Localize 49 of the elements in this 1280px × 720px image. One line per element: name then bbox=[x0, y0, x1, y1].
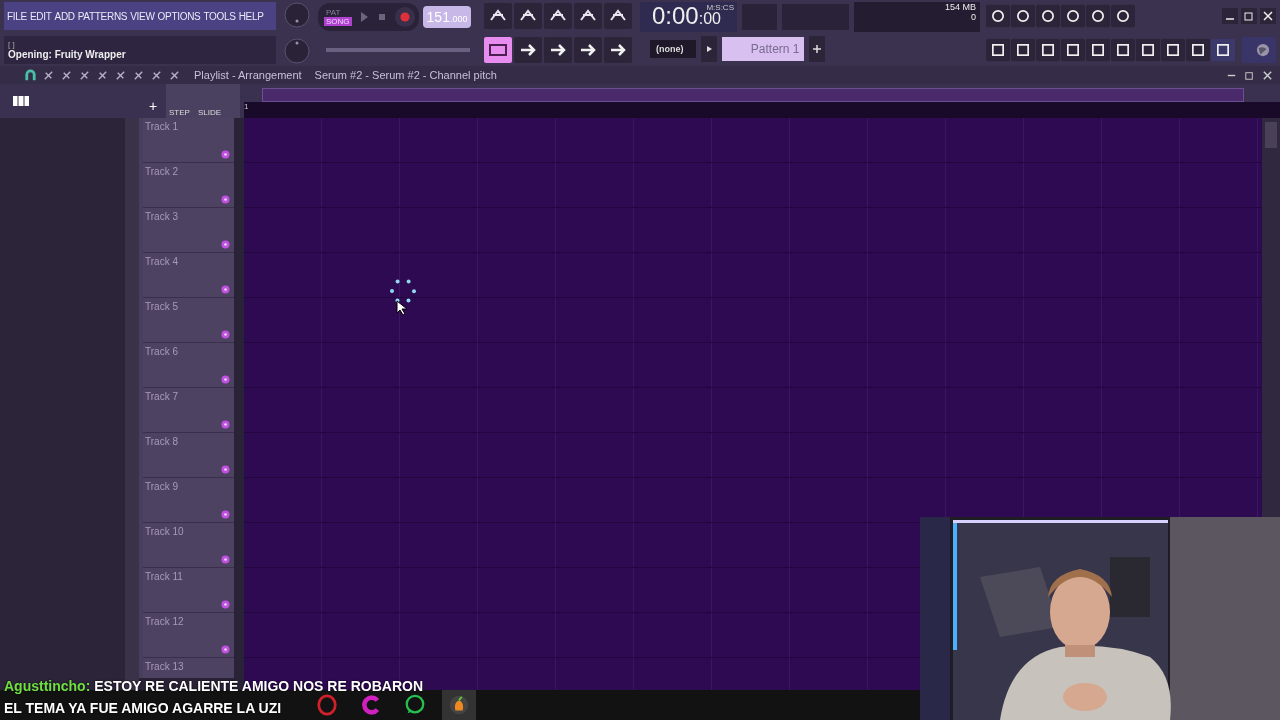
playlist-title: Playlist - Arrangement bbox=[194, 69, 302, 81]
track-header[interactable]: Track 5 bbox=[143, 298, 234, 342]
menu-item[interactable]: HELP bbox=[238, 10, 264, 22]
track-header[interactable]: Track 1 bbox=[143, 118, 234, 162]
track-name: Track 13 bbox=[145, 661, 184, 672]
step-label: STEP bbox=[169, 108, 190, 117]
menu-item[interactable]: VIEW bbox=[130, 10, 155, 22]
track-name: Track 7 bbox=[145, 391, 178, 402]
track-header[interactable]: Track 8 bbox=[143, 433, 234, 477]
track-header[interactable]: Track 9 bbox=[143, 478, 234, 522]
chat-message: Agusttincho: ESTOY RE CALIENTE AMIGO NOS RE ROBARON bbox=[4, 678, 423, 694]
track-name: Track 4 bbox=[145, 256, 178, 267]
bar-number: 1 bbox=[244, 102, 1280, 118]
track-header[interactable]: Track 12 bbox=[143, 613, 234, 657]
track-header[interactable]: Track 6 bbox=[143, 343, 234, 387]
menu-item[interactable]: FILE bbox=[7, 10, 27, 22]
hint-text: [ ] bbox=[8, 40, 16, 49]
pattern-selector[interactable]: Pattern 1 bbox=[721, 37, 804, 61]
track-name: Track 6 bbox=[145, 346, 178, 357]
track-header[interactable]: Track 13 bbox=[143, 658, 234, 678]
target-title: Serum #2 - Serum #2 - Channel pitch bbox=[314, 69, 497, 81]
track-name: Track 12 bbox=[145, 616, 184, 627]
track-header[interactable]: Track 3 bbox=[143, 208, 234, 252]
mode-toggle[interactable]: PAT bbox=[324, 8, 352, 17]
track-header[interactable]: Track 2 bbox=[143, 163, 234, 207]
slide-label: SLIDE bbox=[197, 108, 222, 117]
menu-item[interactable]: TOOLS bbox=[203, 10, 236, 22]
chat-message: EL TEMA YA FUE AMIGO AGARRE LA UZI bbox=[4, 700, 282, 716]
add-track-button[interactable]: + bbox=[140, 84, 166, 118]
menu-item[interactable]: ADD bbox=[54, 10, 75, 22]
menu-item[interactable]: OPTIONS bbox=[157, 10, 201, 22]
track-header[interactable]: Track 11 bbox=[143, 568, 234, 612]
menu-item[interactable]: EDIT bbox=[29, 10, 52, 22]
track-name: Track 11 bbox=[145, 571, 183, 582]
mode-toggle[interactable]: SONG bbox=[324, 17, 352, 26]
track-name: Track 8 bbox=[145, 436, 178, 447]
memory-panel: 154 MB 0 bbox=[854, 2, 980, 32]
track-name: Track 9 bbox=[145, 481, 178, 492]
track-name: Track 5 bbox=[145, 301, 178, 312]
track-header[interactable]: Track 10 bbox=[143, 523, 234, 567]
track-header[interactable]: Track 7 bbox=[143, 388, 234, 432]
track-name: Track 1 bbox=[145, 121, 178, 132]
channel-selector[interactable]: (none) bbox=[650, 40, 696, 58]
status-text: Opening: Fruity Wrapper bbox=[8, 49, 127, 60]
track-name: Track 2 bbox=[145, 166, 178, 177]
track-name: Track 3 bbox=[145, 211, 178, 222]
menu-item[interactable]: PATTERNS bbox=[77, 10, 128, 22]
track-name: Track 10 bbox=[145, 526, 184, 537]
track-header[interactable]: Track 4 bbox=[143, 253, 234, 297]
